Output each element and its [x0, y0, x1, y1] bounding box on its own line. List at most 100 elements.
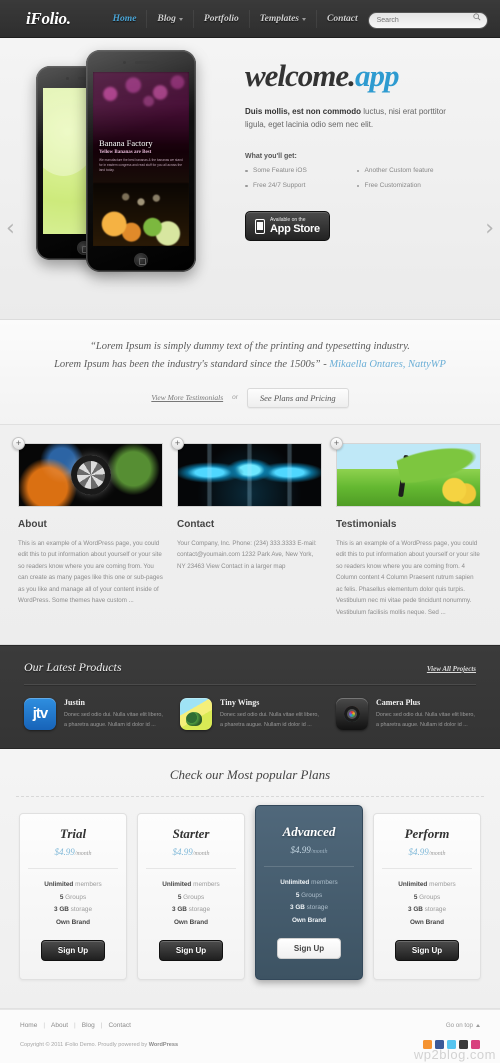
plan-feature-label: storage	[68, 906, 92, 914]
column-thumbnail[interactable]	[18, 442, 163, 507]
plan-price-amount: $4.99	[408, 847, 429, 858]
column-thumbnail[interactable]	[177, 442, 322, 507]
site-logo[interactable]: iFolio.	[26, 9, 71, 29]
plan-divider	[146, 868, 236, 870]
plan-feature: Unlimited members	[146, 879, 236, 891]
feature-list-item: Free Customization	[356, 182, 469, 189]
product-item[interactable]: Camera Plus Donec sed odio dui. Nulla vit…	[336, 697, 476, 730]
nav-item-portfolio[interactable]: Portfolio	[194, 9, 250, 28]
quote-author[interactable]: Mikaella Ontares, NattyWP	[329, 359, 446, 370]
hero-title-accent: app	[354, 58, 399, 93]
plans-divider	[16, 796, 484, 798]
sign-up-button[interactable]: Sign Up	[276, 938, 342, 960]
view-more-testimonials-link[interactable]: View More Testimonials	[151, 393, 223, 402]
sign-up-button[interactable]: Sign Up	[394, 940, 460, 962]
product-description: Donec sed odio dui. Nulla vitae elit lib…	[376, 711, 475, 728]
product-app-icon	[336, 697, 368, 730]
see-plans-button[interactable]: See Plans and Pricing	[246, 387, 349, 408]
hero-description-bold: Duis mollis, est non commodo	[245, 107, 362, 116]
sign-up-button[interactable]: Sign Up	[158, 940, 224, 962]
plan-card-perform[interactable]: Perform $4.99/month Unlimited members 5 Gro…	[373, 813, 481, 981]
content-column-testimonials: + Testimonials This is an example of a Wor…	[330, 436, 481, 618]
plan-feature-value: Unlimited	[162, 881, 192, 889]
plan-price-period: /month	[310, 849, 328, 856]
plan-feature: Own Brand	[264, 915, 354, 927]
column-thumbnail-wrap[interactable]: +	[12, 436, 163, 507]
plan-name: Starter	[172, 826, 210, 842]
plan-price-period: /month	[74, 851, 92, 858]
nav-item-label: Home	[112, 13, 137, 24]
nav-item-label: Portfolio	[203, 13, 239, 24]
phone-home-button	[134, 253, 148, 267]
plus-icon[interactable]: +	[171, 436, 184, 450]
plan-feature-label: members	[73, 881, 102, 889]
feature-list-item: Free 24/7 Support	[245, 182, 357, 189]
plan-features: Unlimited members 5 Groups 3 GB storage Own…	[146, 879, 236, 929]
nav-item-home[interactable]: Home	[103, 9, 148, 28]
plan-card-advanced[interactable]: Advanced $4.99/month Unlimited members 5 Gr…	[255, 805, 363, 981]
search-icon[interactable]	[473, 12, 481, 21]
plan-divider	[382, 868, 472, 870]
hero-section: ‹ › Banana Factory Yellow Bananas are Be…	[0, 38, 500, 320]
product-item[interactable]: Justin Donec sed odio dui. Nulla vitae el…	[24, 697, 164, 730]
nav-item-templates[interactable]: Templates	[250, 9, 317, 28]
feature-list-item: Some Feature iOS	[245, 167, 357, 174]
content-column-about: + About This is an example of a WordPress …	[12, 436, 163, 618]
feature-list-item: Another Custom feature	[356, 167, 469, 174]
plan-feature-label: Groups	[299, 891, 323, 899]
plan-feature-value: 3 GB	[289, 904, 305, 912]
column-thumbnail[interactable]	[336, 442, 481, 507]
product-item[interactable]: Tiny Wings Donec sed odio dui. Nulla vita…	[180, 697, 320, 730]
nav-item-blog[interactable]: Blog	[147, 9, 194, 28]
plan-features: Unlimited members 5 Groups 3 GB storage Own…	[28, 879, 118, 929]
plan-feature-label: Groups	[63, 893, 87, 901]
phone-front: Banana Factory Yellow Bananas are Best W…	[86, 50, 196, 272]
quote-line-2: Lorem Ipsum has been the industry's stan…	[54, 358, 330, 370]
plan-feature: Own Brand	[382, 917, 472, 929]
search-input[interactable]	[367, 11, 488, 29]
thumbnail-art	[178, 443, 321, 506]
hero-features-right: Another Custom feature Free Customization	[356, 167, 469, 197]
plan-feature-label: storage	[422, 906, 446, 914]
copyright-bold[interactable]: WordPress	[149, 1042, 178, 1048]
app-store-phone-icon	[255, 218, 265, 234]
view-all-projects-link[interactable]: View All Projects	[427, 665, 476, 673]
plus-icon[interactable]: +	[330, 436, 343, 450]
app-body-text: We manufacture the best bananas & the ba…	[99, 158, 183, 172]
chevron-down-icon	[301, 18, 306, 21]
app-store-big-label: App Store	[270, 223, 320, 236]
plus-icon[interactable]: +	[12, 436, 25, 450]
hero-next-arrow[interactable]: ›	[485, 218, 494, 240]
app-store-button[interactable]: Available on the App Store	[245, 211, 330, 242]
plan-price: $4.99/month	[382, 847, 472, 857]
thumbnail-art	[337, 443, 480, 506]
page-root: iFolio. Home Blog Portfolio Templates Contac…	[0, 0, 500, 1063]
plan-price-period: /month	[428, 851, 446, 858]
phone-speaker	[135, 61, 157, 64]
product-description: Donec sed odio dui. Nulla vitae elit lib…	[220, 711, 319, 728]
plan-feature-label: members	[309, 879, 338, 887]
plan-feature: Unlimited members	[382, 879, 472, 891]
product-list: Justin Donec sed odio dui. Nulla vitae el…	[24, 697, 476, 730]
plan-feature: 3 GB storage	[28, 904, 118, 916]
products-header: Our Latest Products View All Projects	[24, 660, 476, 675]
plan-price-amount: $4.99	[290, 845, 311, 856]
plan-card-trial[interactable]: Trial $4.99/month Unlimited members 5 Group…	[19, 813, 127, 981]
plan-price-period: /month	[192, 851, 210, 858]
plan-features: Unlimited members 5 Groups 3 GB storage Own…	[382, 879, 472, 929]
plan-feature-value: 3 GB	[171, 906, 187, 914]
column-thumbnail-wrap[interactable]: +	[171, 436, 322, 507]
plan-feature-label: storage	[186, 906, 210, 914]
app-food-art	[93, 183, 189, 246]
column-thumbnail-wrap[interactable]: +	[330, 436, 481, 507]
plan-feature-label: members	[427, 881, 456, 889]
nav-item-contact[interactable]: Contact	[317, 10, 368, 28]
testimonial-actions: View More Testimonials or See Plans and …	[20, 387, 480, 408]
sign-up-button[interactable]: Sign Up	[40, 940, 106, 962]
plan-name: Trial	[59, 826, 87, 842]
plan-feature-value: Own Brand	[173, 918, 209, 926]
plan-feature-value: 3 GB	[407, 906, 423, 914]
nav-item-label: Blog	[157, 13, 176, 24]
product-app-icon	[24, 697, 56, 730]
plan-card-starter[interactable]: Starter $4.99/month Unlimited members 5 Gro…	[137, 813, 245, 981]
